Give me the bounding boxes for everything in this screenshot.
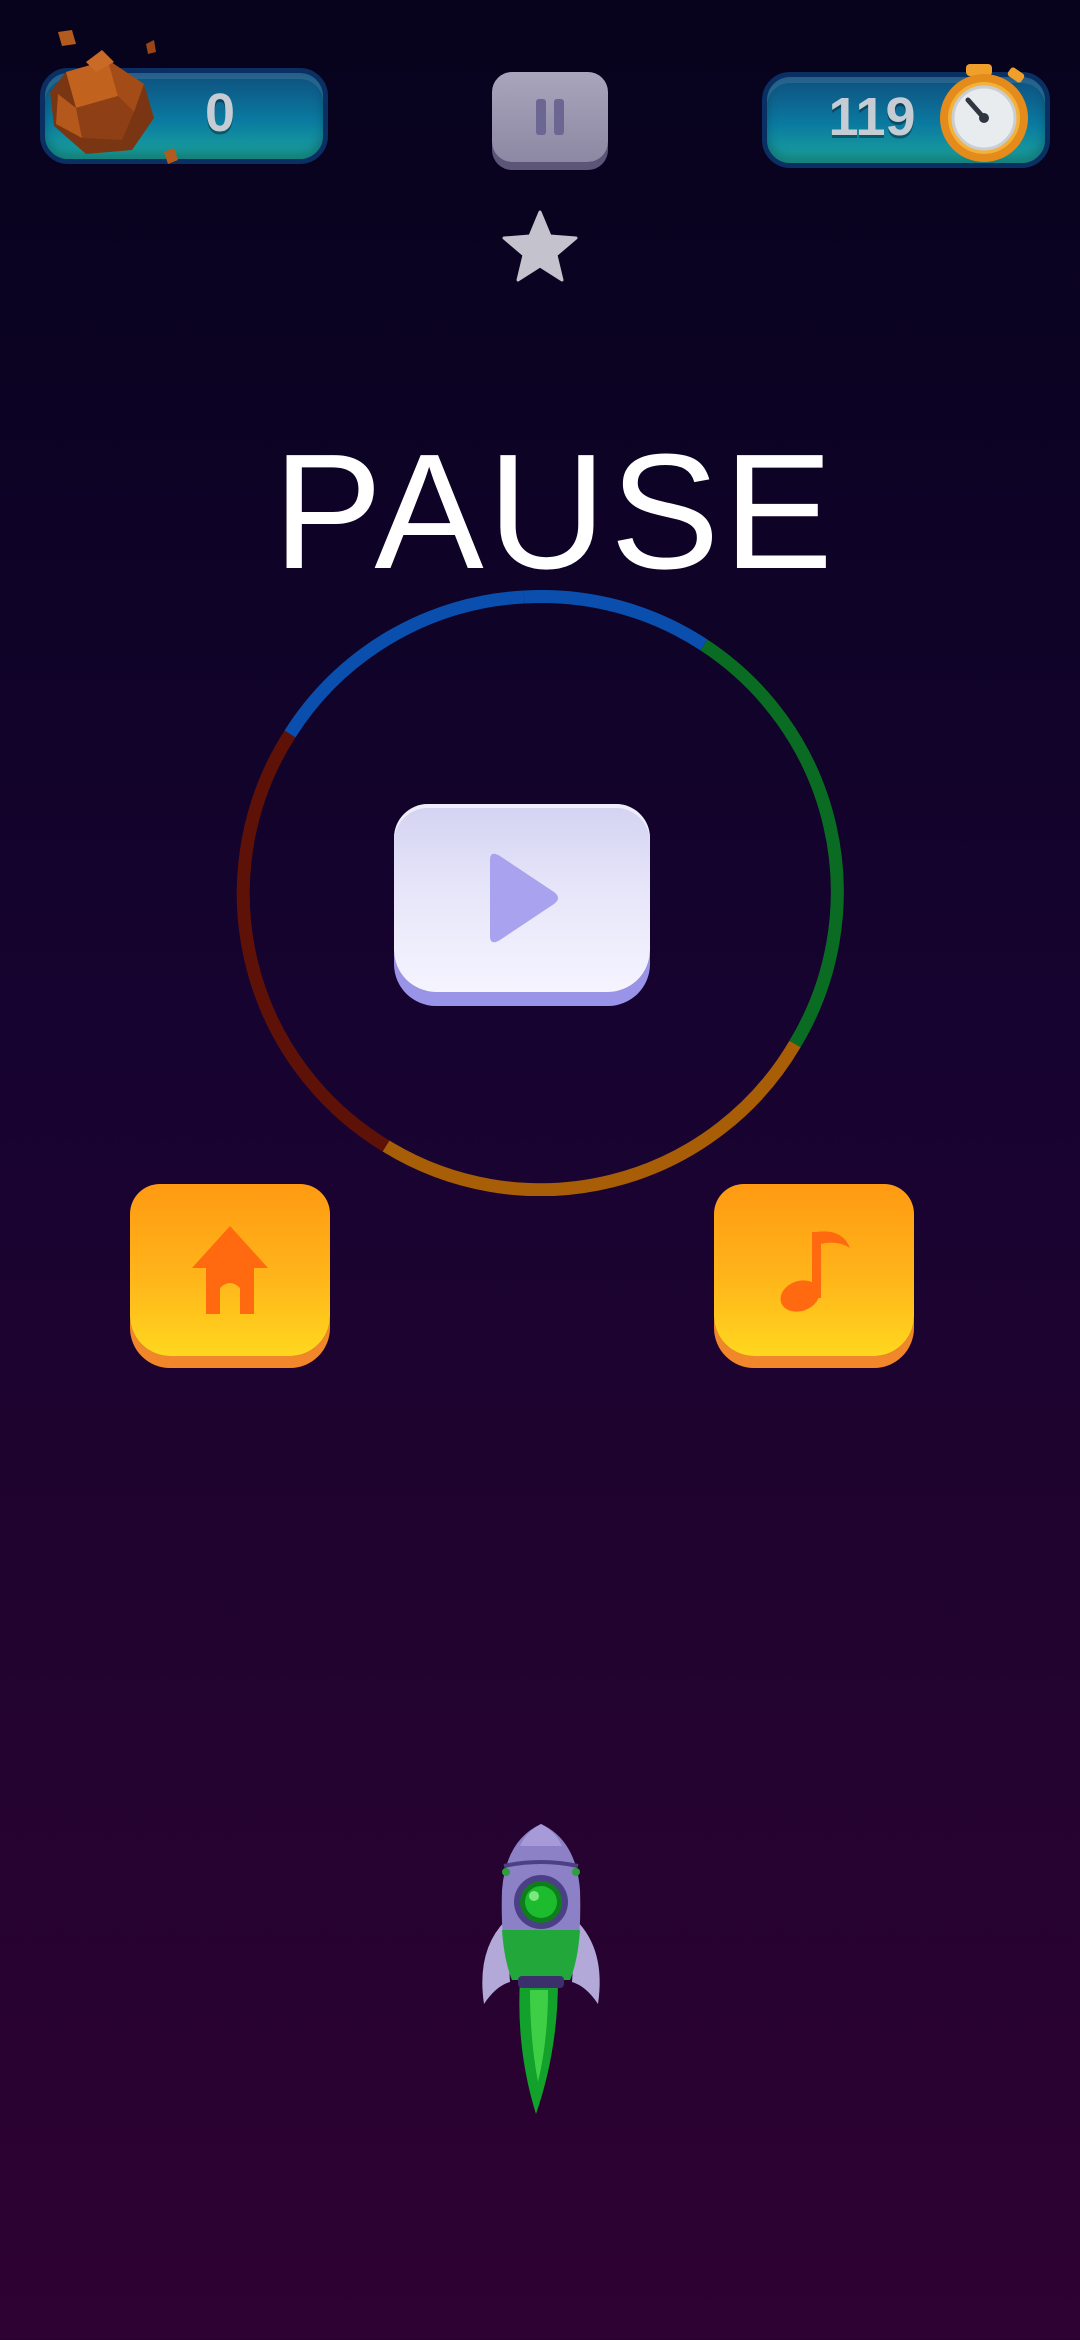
- timer-value: 119: [828, 87, 916, 147]
- score-value: 0: [204, 83, 236, 143]
- resume-play-button[interactable]: [394, 804, 650, 992]
- pause-icon: [536, 99, 564, 135]
- pause-title: PAUSE: [273, 420, 837, 603]
- rocket-icon: [482, 1824, 600, 2114]
- asteroid-icon: [50, 30, 178, 164]
- home-button[interactable]: [130, 1184, 330, 1356]
- home-icon: [192, 1226, 268, 1314]
- music-note-icon: [780, 1231, 850, 1312]
- star-icon: [502, 210, 578, 282]
- pause-button[interactable]: [492, 72, 608, 162]
- music-toggle-button[interactable]: [714, 1184, 914, 1356]
- stopwatch-icon: [940, 64, 1028, 162]
- play-icon: [490, 853, 558, 943]
